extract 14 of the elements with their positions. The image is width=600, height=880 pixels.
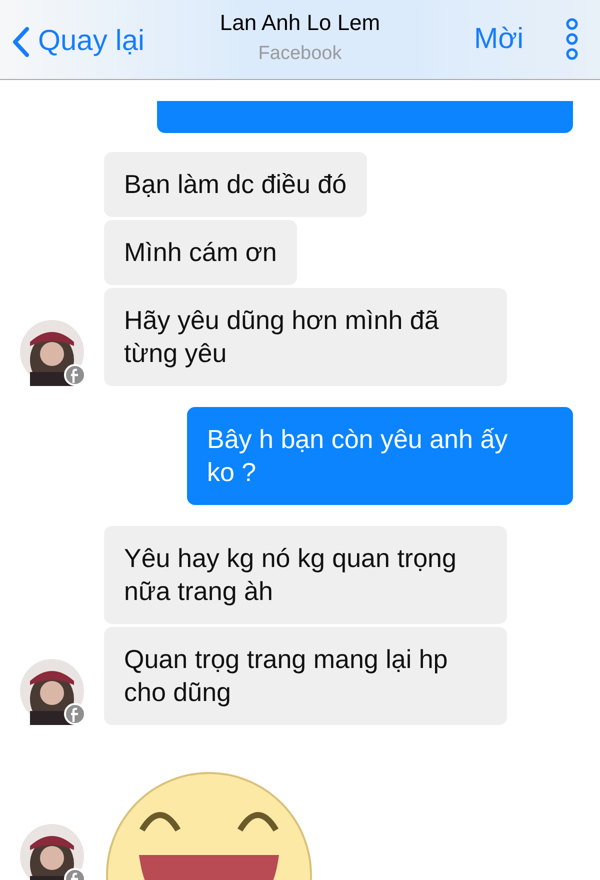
back-chevron-icon	[12, 26, 30, 58]
message-bubble: Quan trọg trang mang lại hp cho dũng	[104, 627, 507, 725]
message-bubble: Bây h bạn còn yêu anh ấy ko ?	[187, 407, 573, 505]
contact-name: Lan Anh Lo Lem	[220, 9, 380, 37]
avatar[interactable]	[20, 320, 86, 386]
message-bubble: Bạn làm dc điều đó	[104, 152, 367, 217]
avatar[interactable]	[20, 824, 86, 880]
message-bubble: Yêu hay kg nó kg quan trọng nữa trang àh	[104, 526, 507, 624]
avatar[interactable]	[20, 659, 86, 725]
invite-button[interactable]: Mời	[474, 21, 524, 59]
message-bubble: Hãy yêu dũng hơn mình đã từng yêu	[104, 288, 507, 386]
contact-source: Facebook	[258, 42, 342, 66]
back-button[interactable]: Quay lại	[12, 20, 144, 64]
message-bubble: Mình cám ơn	[104, 220, 297, 285]
